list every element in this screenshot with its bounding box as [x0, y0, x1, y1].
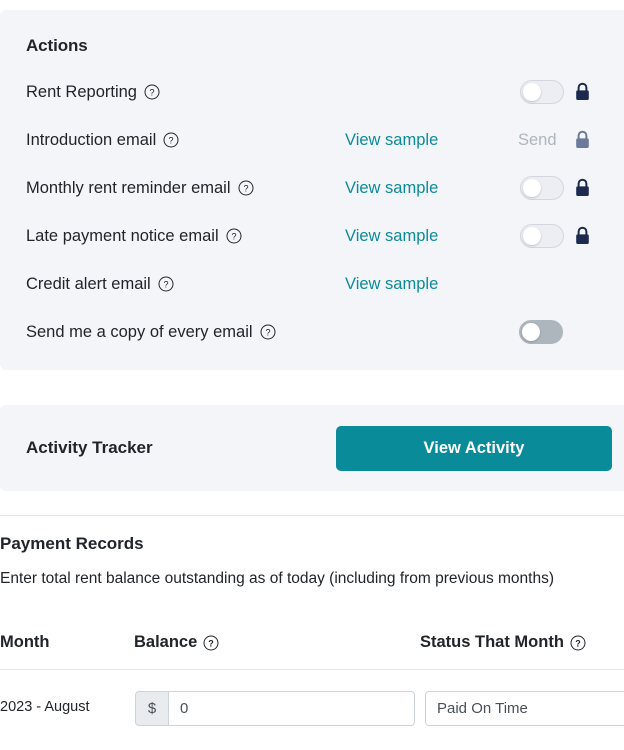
svg-text:?: ?	[243, 184, 248, 194]
activity-tracker-title: Activity Tracker	[26, 438, 153, 457]
actions-card: Actions Rent Reporting ? Introduction em…	[0, 10, 624, 370]
view-sample-link[interactable]: View sample	[345, 131, 438, 150]
help-icon[interactable]: ?	[238, 180, 254, 196]
action-row-introduction-email: Introduction email ? View sample Send	[0, 116, 624, 164]
action-row-send-me-a-copy: Send me a copy of every email ?	[0, 308, 624, 356]
svg-text:?: ?	[231, 232, 236, 242]
toggle-late-payment-notice[interactable]	[520, 224, 564, 248]
column-header-label: Month	[0, 633, 50, 651]
column-header-balance: Balance ?	[134, 633, 219, 652]
toggle-rent-reporting[interactable]	[520, 80, 564, 104]
toggle-knob	[523, 227, 541, 245]
help-icon[interactable]: ?	[144, 84, 160, 100]
currency-prefix: $	[135, 691, 168, 726]
action-row-monthly-rent-reminder-email: Monthly rent reminder email ? View sampl…	[0, 164, 624, 212]
lock-icon	[574, 178, 591, 198]
table-row-month-cell: 2023 - August	[0, 699, 90, 715]
help-icon[interactable]: ?	[158, 276, 174, 292]
svg-text:?: ?	[163, 280, 168, 290]
action-row-credit-alert-email: Credit alert email ? View sample	[0, 260, 624, 308]
toggle-monthly-rent-reminder[interactable]	[520, 176, 564, 200]
column-header-status-that-month: Status That Month ?	[420, 633, 586, 652]
action-label: Send me a copy of every email	[26, 322, 253, 341]
svg-text:?: ?	[575, 638, 581, 648]
payment-records-title: Payment Records	[0, 534, 144, 553]
payment-records-description: Enter total rent balance outstanding as …	[0, 570, 555, 587]
section-divider	[0, 515, 624, 516]
actions-title: Actions	[26, 36, 88, 55]
lock-icon	[574, 130, 591, 150]
view-activity-button[interactable]: View Activity	[336, 426, 612, 471]
table-header-divider	[0, 669, 624, 670]
lock-icon	[574, 82, 591, 102]
action-label: Credit alert email	[26, 274, 151, 293]
column-header-month: Month	[0, 633, 49, 652]
action-label: Monthly rent reminder email	[26, 178, 231, 197]
help-icon[interactable]: ?	[203, 635, 219, 651]
action-label: Introduction email	[26, 130, 157, 149]
help-icon[interactable]: ?	[570, 635, 586, 651]
activity-tracker-card: Activity Tracker View Activity	[0, 405, 624, 491]
view-sample-link[interactable]: View sample	[345, 227, 438, 246]
svg-text:?: ?	[149, 88, 154, 98]
column-header-label: Status That Month	[420, 633, 564, 651]
status-that-month-input[interactable]	[425, 691, 624, 726]
toggle-send-me-a-copy[interactable]	[519, 320, 563, 344]
toggle-knob	[522, 323, 540, 341]
action-row-late-payment-notice-email: Late payment notice email ? View sample	[0, 212, 624, 260]
toggle-knob	[523, 83, 541, 101]
balance-input-group: $	[135, 691, 415, 726]
help-icon[interactable]: ?	[163, 132, 179, 148]
svg-text:?: ?	[169, 136, 174, 146]
column-header-label: Balance	[134, 633, 198, 651]
help-icon[interactable]: ?	[226, 228, 242, 244]
toggle-knob	[523, 179, 541, 197]
view-sample-link[interactable]: View sample	[345, 179, 438, 198]
help-icon[interactable]: ?	[260, 324, 276, 340]
action-row-rent-reporting: Rent Reporting ?	[0, 68, 624, 116]
svg-text:?: ?	[209, 638, 215, 648]
balance-input[interactable]	[168, 691, 415, 726]
svg-text:?: ?	[265, 328, 270, 338]
send-label[interactable]: Send	[518, 131, 557, 150]
lock-icon	[574, 226, 591, 246]
action-label: Late payment notice email	[26, 226, 219, 245]
action-label: Rent Reporting	[26, 82, 137, 101]
view-sample-link[interactable]: View sample	[345, 275, 438, 294]
